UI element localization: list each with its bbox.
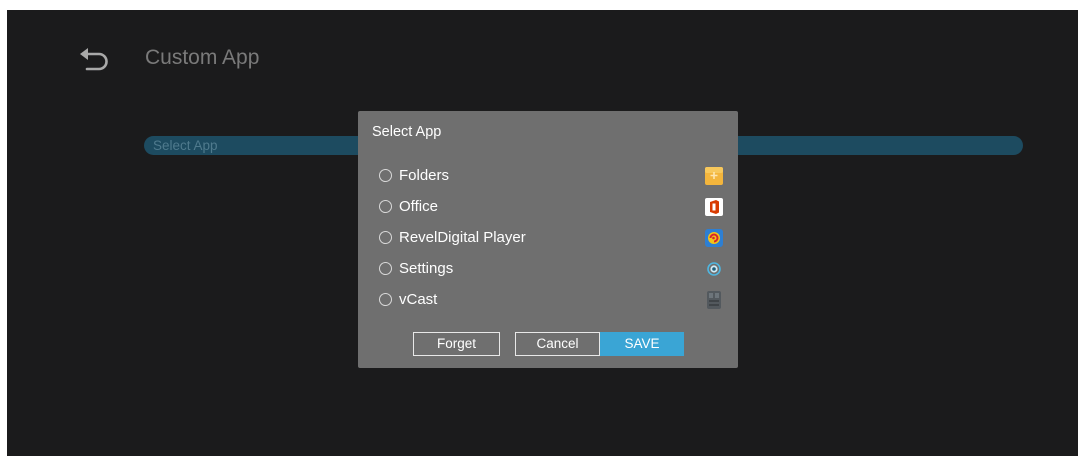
page-title: Custom App xyxy=(145,46,260,69)
dialog-title: Select App xyxy=(372,124,442,140)
option-vcast[interactable]: vCast xyxy=(379,290,724,312)
radio-button[interactable] xyxy=(379,169,392,182)
option-label: RevelDigital Player xyxy=(399,229,526,246)
select-app-dialog: Select App Folders Office RevelDigital P… xyxy=(358,111,738,368)
vcast-icon xyxy=(707,291,721,309)
option-office[interactable]: Office xyxy=(379,197,724,219)
forget-button[interactable]: Forget xyxy=(413,332,500,356)
option-label: Folders xyxy=(399,167,450,184)
option-folders[interactable]: Folders xyxy=(379,166,724,188)
settings-icon xyxy=(707,262,721,276)
radio-button[interactable] xyxy=(379,200,392,213)
option-label: Office xyxy=(399,198,438,215)
option-label: Settings xyxy=(399,260,454,277)
screen: Custom App Select App Select App Folders… xyxy=(7,10,1078,456)
cancel-button[interactable]: Cancel xyxy=(515,332,600,356)
option-settings[interactable]: Settings xyxy=(379,259,724,281)
option-reveldigital-player[interactable]: RevelDigital Player xyxy=(379,228,724,250)
radio-button[interactable] xyxy=(379,262,392,275)
folders-icon xyxy=(705,167,723,185)
reveldigital-icon xyxy=(705,229,723,247)
back-arrow-icon xyxy=(80,48,108,71)
radio-button[interactable] xyxy=(379,231,392,244)
radio-button[interactable] xyxy=(379,293,392,306)
select-app-label: Select App xyxy=(153,138,218,153)
office-icon xyxy=(705,198,723,216)
option-label: vCast xyxy=(399,291,438,308)
back-button[interactable] xyxy=(77,45,113,75)
save-button[interactable]: SAVE xyxy=(600,332,684,356)
